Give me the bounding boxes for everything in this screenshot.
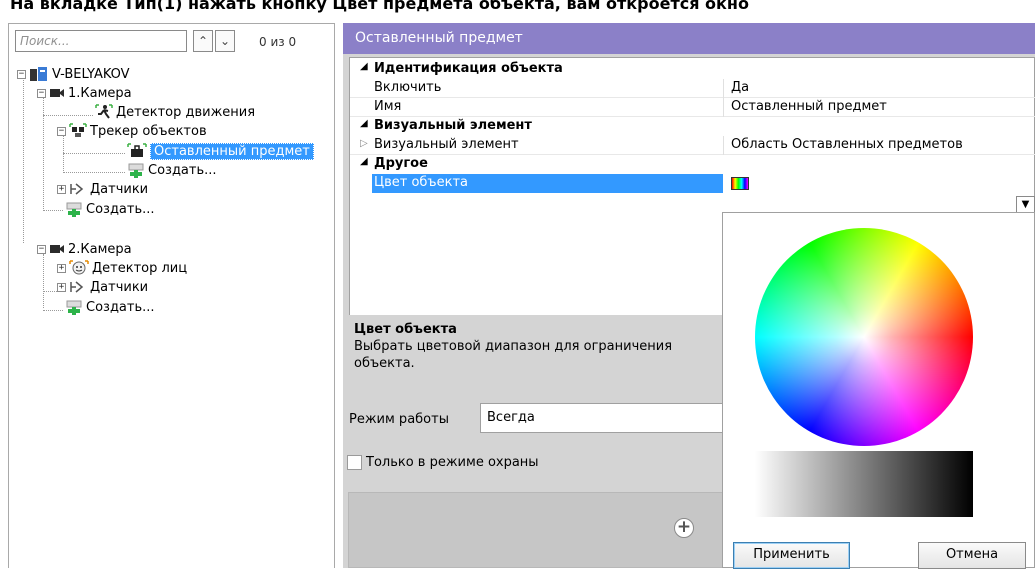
category-label: Другое	[374, 156, 428, 171]
cancel-button[interactable]: Отмена	[918, 542, 1026, 569]
expand-icon[interactable]: +	[57, 184, 66, 194]
tree-label-selected: Оставленный предмет	[150, 142, 314, 160]
tree-node-abandoned-object[interactable]: Оставленный предмет	[127, 142, 314, 160]
category-label: Идентификация объекта	[374, 61, 563, 76]
panel-title: Оставленный предмет	[343, 23, 1035, 54]
prop-row-object-color[interactable]: Цвет объекта	[350, 174, 1035, 193]
tree-label: Создать...	[86, 299, 155, 315]
search-bar: ⌃ ⌄ 0 из 0	[9, 24, 334, 59]
add-button[interactable]: +	[674, 518, 694, 538]
add-device-icon	[127, 162, 145, 178]
tree-label: 1.Камера	[68, 85, 132, 101]
bag-icon	[127, 143, 147, 159]
tree-node-server[interactable]: − V-BELYAKOV	[17, 65, 130, 83]
prop-value[interactable]: Оставленный предмет	[731, 99, 887, 114]
add-device-icon	[65, 201, 83, 217]
prop-row-name[interactable]: Имя Оставленный предмет	[350, 98, 1035, 117]
category-other[interactable]: ◢ Другое	[350, 155, 1035, 174]
property-description: Цвет объекта Выбрать цветовой диапазон д…	[349, 315, 729, 385]
prop-key: Цвет объекта	[374, 175, 469, 190]
collapse-icon[interactable]: −	[37, 88, 46, 98]
tree-label: V-BELYAKOV	[52, 66, 130, 82]
tree-node-sensors-2[interactable]: + Датчики	[57, 278, 148, 296]
prop-row-visual-element[interactable]: ▷ Визуальный элемент Область Оставленных…	[350, 136, 1035, 155]
tree-node-camera-1[interactable]: − 1.Камера	[37, 84, 132, 102]
search-counter: 0 из 0	[259, 35, 297, 49]
tree-node-create-1[interactable]: Создать...	[127, 161, 217, 179]
collapse-triangle-icon[interactable]: ◢	[360, 118, 368, 129]
mode-label: Режим работы	[349, 412, 449, 427]
expand-icon[interactable]: +	[57, 282, 66, 292]
tree-label: Детектор лиц	[92, 260, 188, 276]
plus-icon: +	[676, 517, 692, 537]
prop-value[interactable]: Да	[731, 80, 749, 95]
apply-button[interactable]: Применить	[733, 542, 850, 569]
collapse-icon[interactable]: −	[37, 244, 46, 254]
tree-label: Создать...	[148, 162, 217, 178]
server-icon	[29, 66, 49, 82]
prop-row-enable[interactable]: Включить Да	[350, 79, 1035, 98]
tree-label: Датчики	[90, 279, 149, 295]
color-dropdown-button[interactable]: ▼	[1016, 196, 1035, 213]
tree-label: 2.Камера	[68, 241, 132, 257]
color-swatch[interactable]	[731, 177, 749, 190]
category-visual[interactable]: ◢ Визуальный элемент	[350, 117, 1035, 136]
collapse-icon[interactable]: −	[57, 126, 66, 136]
tree-node-sensors-1[interactable]: + Датчики	[57, 180, 148, 198]
tree-label: Трекер объектов	[90, 123, 207, 139]
running-man-icon	[95, 104, 113, 120]
guard-only-label: Только в режиме охраны	[366, 455, 539, 470]
search-input[interactable]	[15, 30, 187, 52]
chevron-down-icon: ⌄	[219, 34, 231, 48]
guard-only-checkbox[interactable]	[347, 455, 362, 470]
collapse-triangle-icon[interactable]: ◢	[360, 156, 368, 167]
search-prev-button[interactable]: ⌃	[193, 30, 213, 52]
sensor-icon	[69, 279, 87, 295]
search-next-button[interactable]: ⌄	[215, 30, 235, 52]
prop-key: Визуальный элемент	[374, 137, 519, 152]
guard-only-checkbox-row[interactable]: Только в режиме охраны	[347, 455, 539, 470]
tree-node-create-3[interactable]: Создать...	[65, 298, 155, 316]
description-title: Цвет объекта	[354, 322, 457, 337]
camera-icon	[49, 85, 65, 101]
camera-icon	[49, 241, 65, 257]
tree-node-motion-detector[interactable]: Детектор движения	[95, 103, 255, 121]
dropdown-arrow-icon: ▼	[1021, 199, 1030, 210]
mode-select[interactable]: Всегда	[480, 403, 730, 433]
color-wheel[interactable]	[755, 228, 973, 446]
tree-node-object-tracker[interactable]: − Трекер объектов	[57, 122, 207, 140]
tree-label: Создать...	[86, 201, 155, 217]
expand-icon[interactable]: +	[57, 263, 66, 273]
brightness-gradient[interactable]	[755, 451, 973, 517]
sensor-icon	[69, 181, 87, 197]
tree-node-create-2[interactable]: Создать...	[65, 200, 155, 218]
tree-label: Детектор движения	[116, 104, 256, 120]
object-tree-panel: ⌃ ⌄ 0 из 0 − V-BELYAKOV − 1.Камера	[8, 23, 335, 568]
prop-key: Включить	[374, 80, 442, 95]
description-text: Выбрать цветовой диапазон для ограничени…	[354, 339, 673, 371]
face-icon	[69, 260, 89, 276]
collapse-icon[interactable]: −	[17, 69, 26, 79]
tree-node-camera-2[interactable]: − 2.Камера	[37, 240, 132, 258]
expand-triangle-icon[interactable]: ▷	[360, 138, 368, 149]
category-identification[interactable]: ◢ Идентификация объекта	[350, 60, 1035, 79]
category-label: Визуальный элемент	[374, 118, 532, 133]
add-device-icon	[65, 299, 83, 315]
color-picker-popup: Применить Отмена	[722, 212, 1035, 569]
prop-value[interactable]: Область Оставленных предметов	[731, 137, 963, 152]
tree-node-face-detector[interactable]: + Детектор лиц	[57, 259, 187, 277]
tracker-icon	[69, 123, 87, 139]
top-instruction-text: На вкладке Тип(1) нажать кнопку Цвет пре…	[10, 0, 749, 13]
chevron-up-icon: ⌃	[197, 34, 209, 48]
prop-key: Имя	[374, 99, 402, 114]
add-area: +	[348, 492, 730, 568]
tree-label: Датчики	[90, 181, 149, 197]
collapse-triangle-icon[interactable]: ◢	[360, 61, 368, 72]
